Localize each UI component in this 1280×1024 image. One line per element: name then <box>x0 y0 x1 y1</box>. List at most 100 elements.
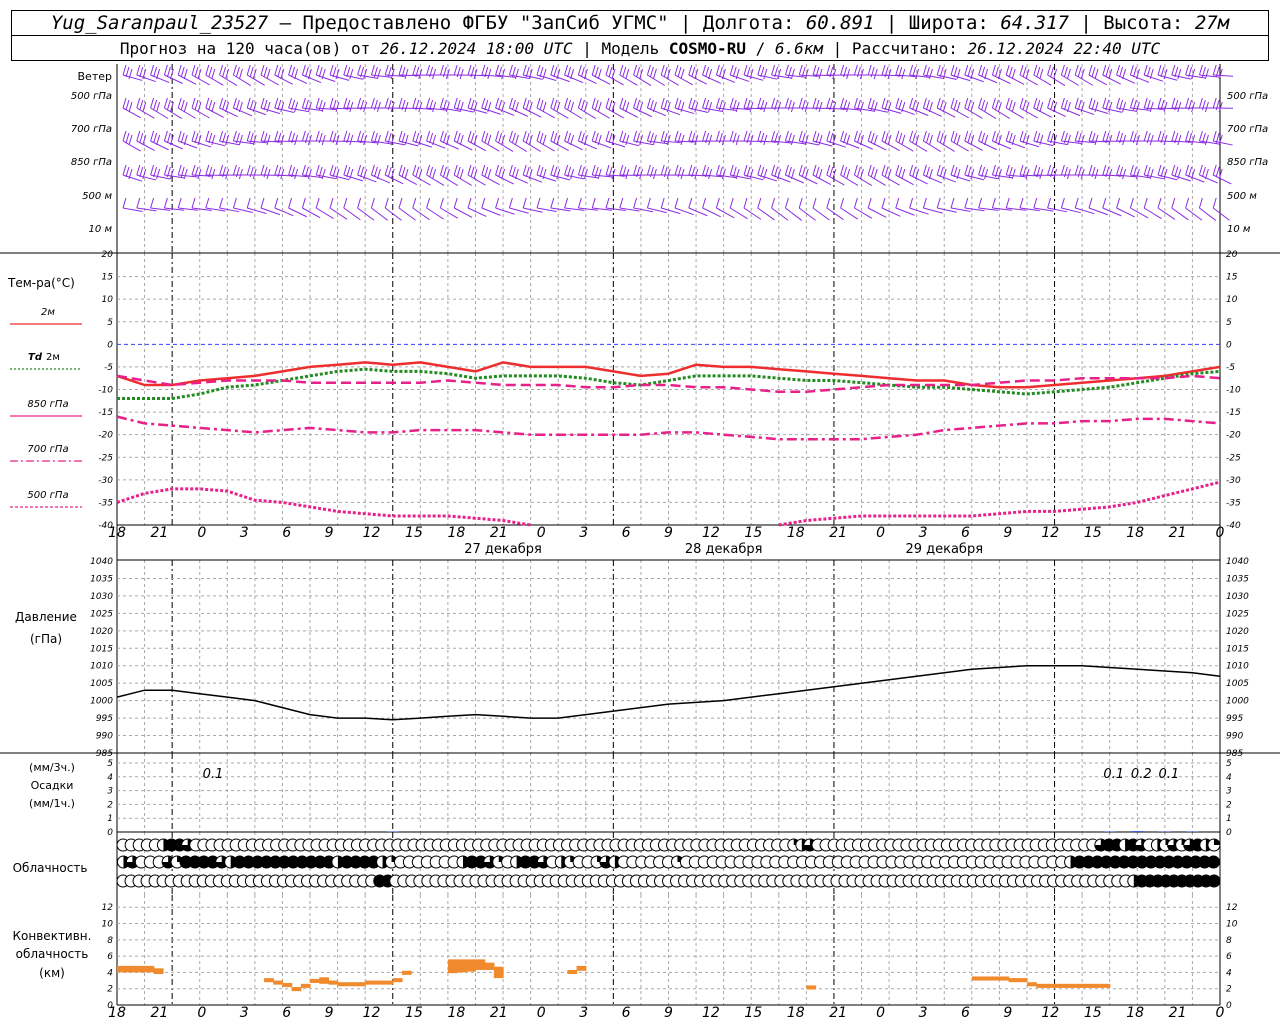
conv-cloud-bar <box>447 959 458 974</box>
wind-barb-feather <box>1143 197 1148 209</box>
wind-barb-feather <box>646 130 651 142</box>
wind-barb-feather <box>567 132 572 144</box>
wind-barb-shaft <box>1185 207 1203 221</box>
wind-barb-feather <box>702 197 707 209</box>
wind-barb-feather <box>508 97 513 109</box>
precip-title-3h: (мм/3ч.) <box>29 761 75 774</box>
wind-barb-feather <box>1149 101 1154 113</box>
wind-barb-feather <box>870 166 875 178</box>
wind-barb-feather <box>390 68 395 80</box>
wind-barb-feather <box>277 99 282 111</box>
wind-barb-feather <box>853 197 858 209</box>
wind-barb-feather <box>804 168 809 180</box>
wind-barb-feather <box>708 134 713 146</box>
conv-tick-label-right: 6 <box>1226 952 1232 962</box>
conv-cloud-bar <box>319 977 330 984</box>
wind-barb <box>357 197 375 221</box>
wind-barb-feather <box>335 101 340 113</box>
pressure-tick-label-right: 1030 <box>1226 592 1249 602</box>
wind-barb-feather <box>139 166 144 178</box>
wind-barb-feather <box>583 168 588 180</box>
wind-barb-feather <box>1157 164 1162 176</box>
wind-barb-feather <box>481 97 486 109</box>
wind-barb-feather <box>1188 166 1193 178</box>
wind-barb-feather <box>426 130 431 142</box>
wind-title: Ветер <box>78 70 112 83</box>
wind-barb-feather <box>470 99 475 111</box>
wind-barb-feather <box>901 168 906 180</box>
wind-barb-feather <box>605 97 610 109</box>
wind-barb-feather <box>1019 197 1024 209</box>
wind-barb <box>453 130 473 151</box>
wind-barb-feather <box>550 130 555 142</box>
wind-barb-feather <box>442 132 447 144</box>
wind-barb-feather <box>939 132 944 144</box>
pressure-tick-label-right: 1035 <box>1226 574 1249 584</box>
conv-cloud-bar <box>466 959 477 972</box>
wind-barb-feather <box>991 97 996 109</box>
wind-barb-feather <box>539 66 544 78</box>
conv-cloud-bar <box>1017 978 1028 983</box>
wind-barb-feather <box>191 97 196 109</box>
wind-barb-feather <box>633 130 638 142</box>
wind-panel <box>122 64 1234 221</box>
wind-barb-feather <box>898 99 903 111</box>
wind-barb-feather <box>332 166 337 178</box>
wind-barb-feather <box>1091 99 1096 111</box>
wind-barb-feather <box>329 97 334 109</box>
wind-barb-feather <box>150 97 155 109</box>
wind-barb-feather <box>225 168 230 180</box>
wind-barb-feather <box>859 168 864 180</box>
wind-barb-feather <box>321 101 326 113</box>
wind-level-label: 700 гПа <box>71 124 112 135</box>
pressure-tick-label: 1010 <box>90 662 113 672</box>
wind-barb-feather <box>1063 66 1068 78</box>
pressure-tick-label: 995 <box>96 714 113 724</box>
wind-barb-feather <box>619 97 624 109</box>
wind-barb-feather <box>884 166 889 178</box>
wind-barb-feather <box>329 164 334 176</box>
wind-barb-feather <box>1185 164 1190 176</box>
wind-barb-feather <box>288 130 293 142</box>
wind-barb-feather <box>743 97 748 109</box>
wind-barb-feather <box>501 168 506 180</box>
wind-barb-feather <box>205 197 210 209</box>
wind-barb-feather <box>1074 197 1079 209</box>
wind-barb-feather <box>1212 164 1217 176</box>
wind-barb <box>205 97 224 118</box>
wind-barb-feather <box>1129 64 1134 76</box>
pressure-tick-label-right: 985 <box>1226 749 1243 759</box>
wind-barb-feather <box>1102 164 1107 176</box>
wind-barb-feather <box>953 99 958 111</box>
wind-barb-feather <box>426 164 431 176</box>
wind-barb <box>1116 197 1135 218</box>
wind-barb-feather <box>487 168 492 180</box>
wind-barb <box>812 164 832 186</box>
wind-barb-feather <box>522 197 527 209</box>
wind-barb-feather <box>404 168 409 180</box>
wind-barb-feather <box>873 101 878 113</box>
wind-barb-feather <box>498 132 503 144</box>
wind-barb-feather <box>853 130 858 142</box>
wind-barb-feather <box>150 164 155 176</box>
wind-barb-feather <box>426 64 431 76</box>
wind-barb-feather <box>925 166 930 178</box>
wind-barb-feather <box>826 164 831 176</box>
wind-barb-feather <box>846 68 851 80</box>
temp-tick-label-right: -15 <box>1226 408 1241 418</box>
wind-barb-feather <box>771 64 776 76</box>
wind-barb <box>1129 197 1149 219</box>
wind-barb-feather <box>771 130 776 142</box>
wind-barb-feather <box>211 68 216 80</box>
conv-title-3: (км) <box>39 966 65 980</box>
wind-barb-feather <box>125 66 130 78</box>
wind-barb-feather <box>274 97 279 109</box>
wind-barb-feather <box>1122 134 1127 146</box>
wind-barb-feather <box>939 166 944 178</box>
wind-barb-feather <box>812 130 817 142</box>
time-tick-label: 6 <box>282 1005 291 1021</box>
wind-barb-feather <box>873 168 878 180</box>
wind-barb <box>619 97 638 118</box>
wind-barb-feather <box>1122 168 1127 180</box>
wind-barb-feather <box>829 132 834 144</box>
